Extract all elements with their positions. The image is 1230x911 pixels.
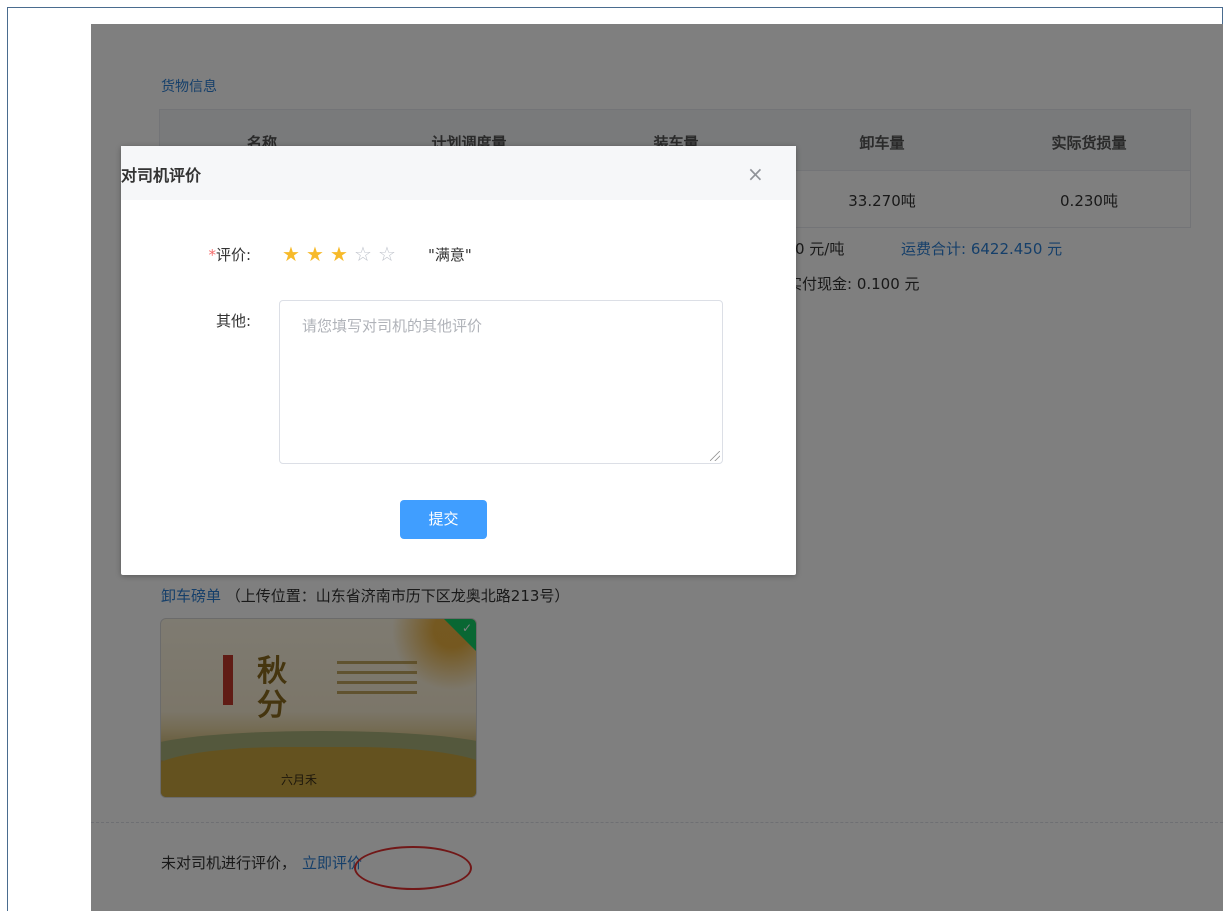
- close-icon[interactable]: ×: [747, 164, 764, 184]
- star-icon-3[interactable]: ★: [327, 242, 351, 266]
- rating-text: "满意": [428, 246, 472, 264]
- other-label: 其他:: [215, 312, 251, 330]
- submit-button[interactable]: 提交: [400, 500, 487, 539]
- driver-evaluation-dialog: 对司机评价 × *评价: ★ ★ ★ ☆ ☆ "满意" 其他: 请您填写对司机的其他评价…: [121, 146, 796, 575]
- star-icon-5[interactable]: ☆: [375, 242, 399, 266]
- rating-label: *评价:: [121, 244, 251, 265]
- dialog-title: 对司机评价: [121, 166, 202, 185]
- dialog-header: 对司机评价 ×: [121, 146, 796, 200]
- star-icon-2[interactable]: ★: [303, 242, 327, 266]
- required-mark: *: [208, 246, 216, 264]
- star-icon-4[interactable]: ☆: [351, 242, 375, 266]
- textarea-placeholder: 请您填写对司机的其他评价: [302, 317, 483, 335]
- star-icon-1[interactable]: ★: [279, 242, 303, 266]
- rating-stars: ★ ★ ★ ☆ ☆: [279, 242, 399, 266]
- other-comment-textarea[interactable]: 请您填写对司机的其他评价: [279, 300, 723, 464]
- rating-label-text: 评价:: [215, 246, 251, 264]
- resize-handle-icon[interactable]: [710, 451, 720, 461]
